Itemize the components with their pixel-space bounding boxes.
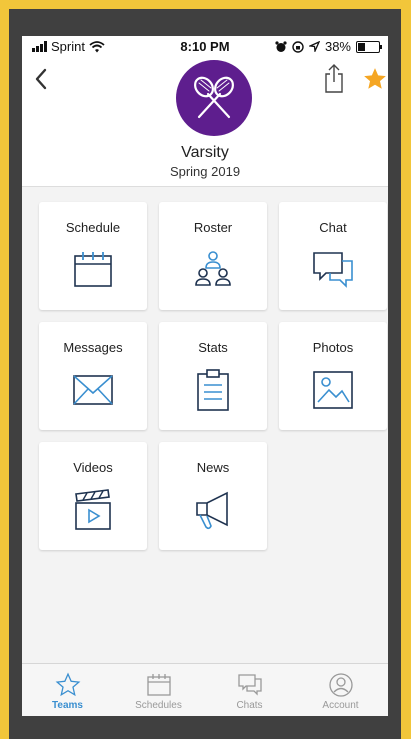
tab-schedules[interactable]: Schedules: [113, 664, 204, 716]
tile-photos[interactable]: Photos: [279, 322, 387, 430]
star-icon: [364, 68, 386, 89]
orientation-lock-icon: [292, 40, 304, 53]
team-logo: [176, 60, 252, 136]
tab-chats[interactable]: Chats: [204, 664, 295, 716]
tab-teams[interactable]: Teams: [22, 664, 113, 716]
team-season: Spring 2019: [169, 164, 241, 179]
status-bar: Sprint 8:10 PM 38%: [22, 36, 388, 60]
status-right: 38%: [275, 39, 382, 54]
tile-label: Chat: [319, 220, 347, 235]
tile-label: Roster: [193, 220, 233, 235]
tile-label: Stats: [198, 340, 228, 355]
tab-label: Chats: [236, 700, 263, 711]
battery-icon: [356, 40, 382, 53]
favorite-button[interactable]: [362, 66, 388, 92]
back-button[interactable]: [30, 64, 54, 94]
clapperboard-icon: [75, 489, 111, 530]
chat-bubbles-icon: [238, 674, 262, 696]
tile-stats[interactable]: Stats: [159, 322, 267, 430]
tile-roster[interactable]: Roster: [159, 202, 267, 310]
tile-label: Photos: [312, 340, 354, 355]
phone-screen: Sprint 8:10 PM 38% Varsity Spring 2019 S…: [22, 36, 388, 716]
megaphone-icon: [196, 491, 228, 530]
lacrosse-sticks-icon: [194, 76, 234, 119]
clipboard-icon: [197, 369, 229, 411]
tab-bar: Teams Schedules Chats Account: [22, 663, 388, 716]
share-button[interactable]: [322, 62, 346, 94]
share-icon: [325, 64, 343, 93]
tile-label: Videos: [73, 460, 113, 475]
envelope-icon: [73, 375, 113, 405]
tile-label: Messages: [63, 340, 123, 355]
team-header: Varsity Spring 2019: [22, 60, 388, 187]
tab-label: Schedules: [135, 700, 182, 711]
location-icon: [308, 41, 320, 52]
calendar-icon: [147, 674, 171, 696]
battery-level: [358, 42, 365, 51]
user-circle-icon: [329, 673, 353, 697]
tab-label: Teams: [52, 700, 83, 711]
tab-label: Account: [322, 700, 359, 711]
tile-schedule[interactable]: Schedule: [39, 202, 147, 310]
people-icon: [195, 251, 231, 286]
tile-label: Schedule: [65, 220, 121, 235]
battery-percent: 38%: [324, 39, 351, 54]
chat-bubbles-icon: [313, 252, 353, 288]
tile-messages[interactable]: Messages: [39, 322, 147, 430]
star-outline-icon: [55, 672, 81, 697]
calendar-icon: [74, 252, 112, 287]
tile-videos[interactable]: Videos: [39, 442, 147, 550]
alarm-icon: [275, 40, 287, 52]
chevron-left-icon: [35, 68, 47, 90]
tile-news[interactable]: News: [159, 442, 267, 550]
image-icon: [313, 371, 353, 409]
team-name: Varsity: [181, 144, 229, 161]
tab-account[interactable]: Account: [295, 664, 386, 716]
feature-grid: Schedule Roster Chat Messages Stats Phot…: [22, 187, 388, 663]
tile-chat[interactable]: Chat: [279, 202, 387, 310]
tile-label: News: [196, 460, 230, 475]
